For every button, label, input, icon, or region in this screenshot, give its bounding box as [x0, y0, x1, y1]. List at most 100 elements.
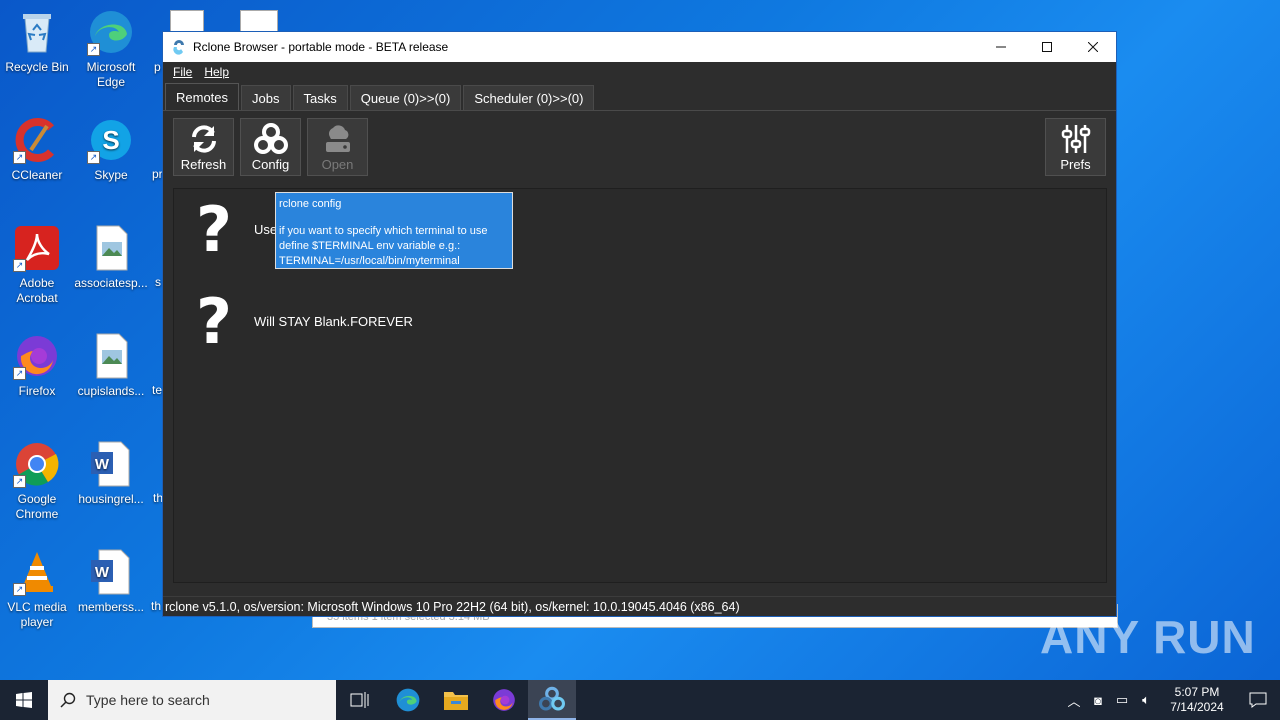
desktop-icon-acrobat[interactable]: ↗ Adobe Acrobat	[0, 224, 74, 306]
shortcut-arrow-icon: ↗	[13, 151, 26, 164]
refresh-button[interactable]: Refresh	[173, 118, 234, 176]
partial-desktop-label: p	[154, 60, 161, 74]
remote-item[interactable]: ? Use	[184, 192, 278, 266]
prefs-label: Prefs	[1060, 157, 1091, 172]
title-bar[interactable]: Rclone Browser - portable mode - BETA re…	[163, 32, 1116, 62]
close-icon	[1088, 42, 1098, 52]
tab-tasks[interactable]: Tasks	[292, 85, 348, 110]
tooltip-line: TERMINAL=/usr/local/bin/myterminal	[279, 255, 460, 267]
shortcut-arrow-icon: ↗	[87, 151, 100, 164]
desktop-icon-firefox[interactable]: ↗ Firefox	[0, 332, 74, 399]
open-button[interactable]: Open	[307, 118, 368, 176]
desktop-icon-chrome[interactable]: ↗ Google Chrome	[0, 440, 74, 522]
edge-icon	[396, 688, 420, 712]
tab-scheduler[interactable]: Scheduler (0)>>(0)	[463, 85, 595, 110]
desktop-icon-memberss[interactable]: W memberss...	[74, 548, 148, 615]
config-button[interactable]: Config	[240, 118, 301, 176]
shortcut-arrow-icon: ↗	[13, 583, 26, 596]
close-button[interactable]	[1070, 32, 1116, 62]
notification-button[interactable]	[1236, 692, 1280, 708]
system-tray: ︿ ◙ ▭ 🔈︎ 5:07 PM 7/14/2024	[1062, 680, 1280, 720]
taskbar-rclone-browser[interactable]	[528, 680, 576, 720]
desktop-icon-edge[interactable]: ↗ Microsoft Edge	[74, 8, 148, 90]
minimize-icon	[996, 46, 1006, 48]
menu-file[interactable]: File	[173, 65, 192, 79]
desktop-icon-label: Recycle Bin	[5, 60, 69, 74]
open-label: Open	[321, 157, 354, 172]
shortcut-arrow-icon: ↗	[87, 43, 100, 56]
menu-bar: File Help	[163, 62, 1116, 82]
prefs-button[interactable]: Prefs	[1045, 118, 1106, 176]
refresh-icon	[191, 125, 216, 153]
desktop-icon-skype[interactable]: S ↗ Skype	[74, 116, 148, 183]
desktop-icon-label: Google Chrome	[15, 492, 59, 521]
desktop-icon-label: Adobe Acrobat	[16, 276, 58, 305]
clock-date: 7/14/2024	[1170, 700, 1224, 714]
search-icon	[60, 692, 76, 708]
shortcut-arrow-icon: ↗	[13, 367, 26, 380]
desktop-icon-label: Firefox	[18, 384, 56, 398]
desktop-icon-label: Skype	[94, 168, 128, 182]
volume-icon[interactable]: 🔈︎	[1134, 692, 1158, 708]
show-hidden-icons-icon[interactable]: ︿	[1062, 691, 1086, 710]
rclone-config-icon	[253, 123, 288, 154]
maximize-button[interactable]	[1024, 32, 1070, 62]
tab-remotes[interactable]: Remotes	[165, 83, 240, 110]
start-button[interactable]	[0, 680, 48, 720]
taskbar-search[interactable]: Type here to search	[48, 680, 336, 720]
image-file-icon	[87, 224, 135, 272]
desktop-icon-vlc[interactable]: ↗ VLC media player	[0, 548, 74, 630]
task-view-button[interactable]	[336, 680, 384, 720]
tab-jobs[interactable]: Jobs	[241, 85, 291, 110]
anyrun-watermark: ANY RUN	[1040, 611, 1256, 663]
minimize-button[interactable]	[978, 32, 1024, 62]
desktop-icon-cupislands[interactable]: cupislands...	[74, 332, 148, 399]
partial-desktop-label: th	[151, 599, 162, 613]
firefox-icon	[493, 689, 515, 711]
remote-item[interactable]: ? Will STAY Blank.FOREVER	[184, 285, 413, 358]
word-document-icon: W	[87, 548, 135, 596]
image-file-icon	[87, 332, 135, 380]
config-label: Config	[251, 157, 290, 172]
edge-icon: ↗	[87, 8, 135, 56]
rclone-browser-window: Rclone Browser - portable mode - BETA re…	[162, 31, 1117, 617]
acrobat-icon: ↗	[13, 224, 61, 272]
taskbar-edge[interactable]	[384, 680, 432, 720]
taskbar-firefox[interactable]	[480, 680, 528, 720]
folder-icon	[444, 692, 468, 710]
sliders-icon	[1061, 125, 1090, 153]
desktop-icon-recycle-bin[interactable]: Recycle Bin	[0, 8, 74, 75]
status-bar: rclone v5.1.0, os/version: Microsoft Win…	[163, 596, 1116, 616]
search-placeholder: Type here to search	[86, 692, 210, 708]
shortcut-arrow-icon: ↗	[13, 259, 26, 272]
word-document-icon: W	[87, 440, 135, 488]
menu-help[interactable]: Help	[204, 65, 229, 79]
rclone-app-icon	[539, 686, 565, 711]
network-icon[interactable]: ▭	[1110, 692, 1134, 708]
taskbar: Type here to search ︿ ◙ ▭ 🔈︎ 5:07 PM 7/1…	[0, 680, 1280, 720]
partial-desktop-label: te	[152, 383, 163, 397]
firefox-icon: ↗	[13, 332, 61, 380]
taskbar-file-explorer[interactable]	[432, 680, 480, 720]
desktop-icon-label: associatesp...	[74, 276, 148, 290]
desktop-icon-associatesp[interactable]: associatesp...	[74, 224, 148, 291]
meet-now-icon[interactable]: ◙	[1086, 693, 1110, 708]
tooltip-line: define $TERMINAL env variable e.g.:	[279, 240, 461, 252]
svg-text:W: W	[95, 456, 110, 473]
desktop-icon-ccleaner[interactable]: ↗ CCleaner	[0, 116, 74, 183]
notification-icon	[1249, 692, 1267, 708]
partial-word-icon	[240, 10, 278, 32]
desktop-icon-label: housingrel...	[78, 492, 144, 506]
skype-icon: S ↗	[87, 116, 135, 164]
desktop-icon-label: Microsoft Edge	[86, 60, 136, 89]
clock[interactable]: 5:07 PM 7/14/2024	[1158, 685, 1236, 715]
vlc-icon: ↗	[13, 548, 61, 596]
remote-label: Use	[254, 221, 278, 237]
tab-queue[interactable]: Queue (0)>>(0)	[349, 85, 462, 110]
unknown-remote-icon: ?	[196, 192, 232, 266]
window-title: Rclone Browser - portable mode - BETA re…	[193, 40, 449, 54]
rclone-app-icon	[173, 40, 184, 55]
maximize-icon	[1042, 42, 1052, 52]
config-tooltip: rclone config if you want to specify whi…	[275, 192, 513, 269]
desktop-icon-housingrel[interactable]: W housingrel...	[74, 440, 148, 507]
